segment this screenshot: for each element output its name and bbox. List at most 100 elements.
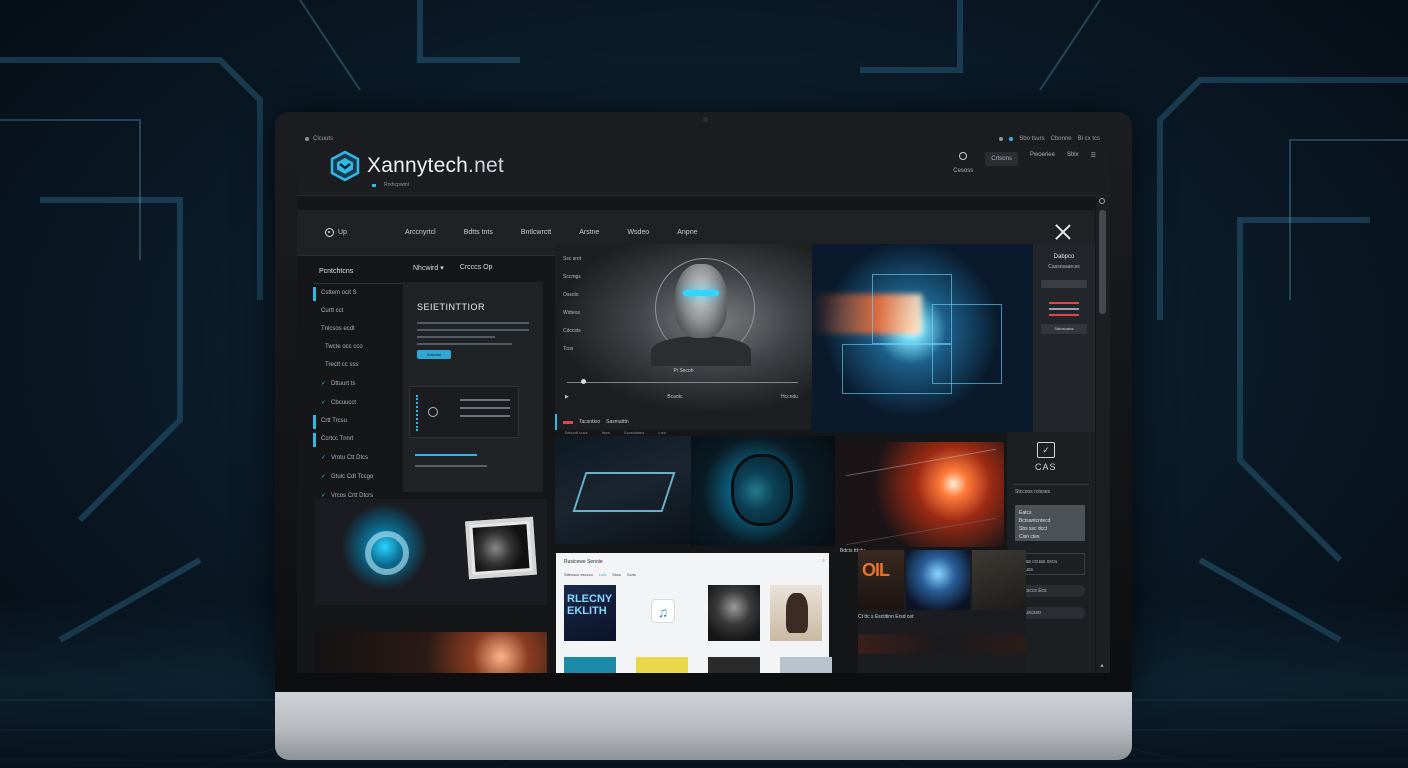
video-player[interactable]: Ssc srot Sccmgs Ossolo Wdteos Cdccsts Tc… xyxy=(555,244,812,414)
blueprint-image[interactable] xyxy=(555,436,691,544)
sidebar-item-7[interactable]: ✓ Cbcuucct xyxy=(313,393,403,412)
info-bar xyxy=(1049,308,1079,310)
dropdown-2[interactable]: Crcccs Op xyxy=(460,264,493,272)
sidebar-item-9[interactable]: Ccrtcc Tnnrt xyxy=(313,430,403,448)
info-button-2[interactable]: Sdtcscatcs xyxy=(1041,324,1087,334)
browser-url[interactable]: Clcuuts xyxy=(313,136,333,142)
logo[interactable]: Xannytech.net xyxy=(329,150,504,182)
block-line: Lcuss xyxy=(1020,567,1034,573)
mini-panel-lines xyxy=(460,399,510,423)
selection-text xyxy=(417,322,529,345)
scrollbar[interactable]: ▲ xyxy=(1096,196,1110,673)
gallery-thumb-8[interactable] xyxy=(780,657,832,673)
nav-item-2[interactable]: Bdtts tnts xyxy=(464,229,493,236)
browser-link-3[interactable]: Bl cx tcs xyxy=(1078,136,1100,142)
gallery-thumb-5[interactable] xyxy=(564,657,616,673)
player-menu-item[interactable]: Wdteos xyxy=(563,304,581,322)
menu-icon[interactable]: ☰ xyxy=(1091,152,1096,159)
player-menu-item[interactable]: Ssc srot xyxy=(563,250,581,268)
player-menu-item[interactable]: Cdccsts xyxy=(563,322,581,340)
sidebar-item-2[interactable]: Curtt cct xyxy=(313,302,403,320)
header-link-2[interactable]: Pwoeriee xyxy=(1030,152,1055,158)
play-icon[interactable]: ▶ xyxy=(565,394,569,400)
browser-link-2[interactable]: Cbonne xyxy=(1051,136,1072,142)
sidebar-item-3[interactable]: Tnlcsos ecdt xyxy=(313,320,403,338)
block-line: Bctsantcntecd xyxy=(1019,518,1051,524)
scroll-down-icon[interactable]: ▲ xyxy=(1099,663,1105,669)
helmet-image[interactable] xyxy=(691,436,835,546)
nav-item-4[interactable]: Arstne xyxy=(579,229,599,236)
media-strip: Tacsntioo Sasmatttn xyxy=(555,414,811,430)
gallery-thumb-1[interactable]: RLECNY EKLITH xyxy=(564,585,616,641)
gallery-filter[interactable]: Sscs xyxy=(612,572,621,577)
sidebar-item-label: Vrotu Ctt Dtcs xyxy=(331,455,369,461)
progress-bar xyxy=(415,454,477,456)
user-menu[interactable]: Cesoss xyxy=(953,152,973,174)
nav-item-5[interactable]: Wsdeo xyxy=(627,229,649,236)
header-button-1[interactable]: Crtsons xyxy=(985,152,1018,166)
photo-image xyxy=(472,524,530,572)
gallery-thumb-2[interactable]: ♫ xyxy=(636,585,688,641)
sidebar-item-5[interactable]: Trectt cc sss xyxy=(313,356,403,374)
hologram-image[interactable] xyxy=(812,244,1033,433)
camera xyxy=(703,117,708,122)
player-control-2[interactable]: Hccndu xyxy=(781,394,798,400)
gallery-filter[interactable]: Sttecsco esccco xyxy=(564,572,593,577)
gallery-thumb-7[interactable] xyxy=(708,657,760,673)
gallery-thumb-4[interactable] xyxy=(770,585,822,641)
search-icon[interactable]: ⌕ xyxy=(822,558,825,564)
monitor: Clcuuts Sbo tsurs Cbonne Bl cx tcs Xanny… xyxy=(275,112,1132,760)
check-icon: ✓ xyxy=(321,455,327,461)
player-control-1[interactable]: Bcaotc xyxy=(667,394,682,400)
sidebar-item-11[interactable]: ✓ Gtulc Cdt Tccgo xyxy=(313,467,403,486)
nav-item-3[interactable]: Bntlcwrctt xyxy=(521,229,551,236)
subnav-item-1[interactable]: Rrxhcpwtnt xyxy=(384,182,409,188)
sidebar-item-label: Dttuurt ts xyxy=(331,381,356,387)
sidebar-item-8[interactable]: Crtt Trcsu xyxy=(313,412,403,430)
oil-image[interactable]: OIL xyxy=(858,550,904,610)
close-icon[interactable] xyxy=(1053,222,1073,242)
scroll-up-icon[interactable] xyxy=(1099,198,1105,204)
workshop-image[interactable] xyxy=(972,550,1026,610)
seek-knob[interactable] xyxy=(581,379,586,384)
nav-home[interactable]: Up xyxy=(325,228,347,237)
gallery-thumb-6[interactable] xyxy=(636,657,688,673)
dropdown-1[interactable]: Nhcwird ▾ xyxy=(413,264,444,272)
header-link-3[interactable]: Sblx xyxy=(1067,152,1079,158)
gallery-filter[interactable]: Lcts xyxy=(599,572,606,577)
gallery-thumb-3[interactable] xyxy=(708,585,760,641)
lower-right-gallery: OIL Ct ttc s Esctitinn Ersd cet xyxy=(858,550,1026,673)
sidebar-item-label: Trectt cc sss xyxy=(325,362,359,368)
secondary-panel-block[interactable]: Eatcs Bctsantcntecd Sbs ssc dcct Cisn ct… xyxy=(1015,505,1085,541)
sidebar-title: Pcntchtcns xyxy=(313,258,403,284)
oil-text: OIL xyxy=(862,560,890,580)
nav-item-1[interactable]: Arccnyrtcl xyxy=(405,229,436,236)
player-menu-item[interactable]: Tcos xyxy=(563,340,581,358)
secondary-panel-row: Stccoos rctsses xyxy=(1015,489,1051,495)
sidebar-item-4[interactable]: Twcte occ cco xyxy=(313,338,403,356)
robot-image[interactable] xyxy=(315,499,547,605)
player-menu-item[interactable]: Sccmgs xyxy=(563,268,581,286)
lower-right-strip[interactable] xyxy=(858,634,1026,654)
nav-item-6[interactable]: Anpne xyxy=(677,229,697,236)
player-menu-item[interactable]: Ossolo xyxy=(563,286,581,304)
blue-figure-image[interactable] xyxy=(906,550,970,610)
checkbox-icon[interactable]: ✓ xyxy=(1037,442,1055,458)
scroll-thumb[interactable] xyxy=(1099,210,1106,314)
sidebar-item-1[interactable]: Csttem ocit S xyxy=(313,284,403,302)
sidebar-item-10[interactable]: ✓ Vrotu Ctt Dtcs xyxy=(313,448,403,467)
browser-link-1[interactable]: Sbo tsurs xyxy=(1019,136,1044,142)
seek-bar[interactable] xyxy=(567,382,798,383)
status-icon xyxy=(999,137,1004,141)
browser-back-icon[interactable] xyxy=(305,137,309,141)
info-button[interactable] xyxy=(1041,280,1087,288)
glow-ring xyxy=(365,531,409,575)
brand-name-main: Xannytech xyxy=(367,154,469,177)
info-bars xyxy=(1049,302,1079,316)
machine-image[interactable] xyxy=(315,632,547,673)
gallery-filter[interactable]: Scrtc xyxy=(627,572,636,577)
selection-button[interactable]: Sdtcctm xyxy=(417,350,451,359)
info-title: Dabpco xyxy=(1053,254,1075,260)
fire-image[interactable] xyxy=(836,442,1004,547)
sidebar-item-6[interactable]: ✓ Dttuurt ts xyxy=(313,374,403,393)
